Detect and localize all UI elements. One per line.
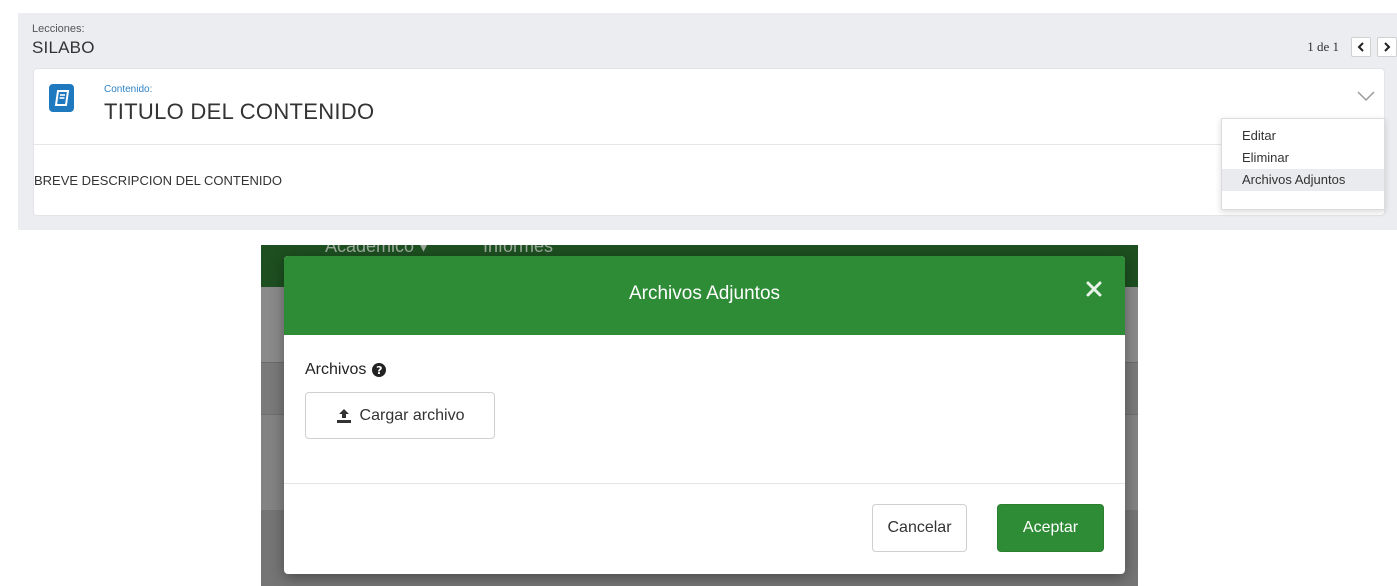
- content-description: BREVE DESCRIPCION DEL CONTENIDO: [34, 173, 283, 188]
- accept-button[interactable]: Aceptar: [997, 504, 1104, 552]
- help-icon[interactable]: ?: [372, 363, 387, 377]
- divider: [34, 144, 1384, 145]
- actions-dropdown: Editar Eliminar Archivos Adjuntos: [1221, 118, 1385, 210]
- content-label: Contenido:: [104, 84, 153, 95]
- chevron-right-icon: [1384, 42, 1391, 52]
- cancel-button[interactable]: Cancelar: [872, 504, 967, 552]
- next-page-button[interactable]: [1377, 37, 1397, 57]
- pager-text: 1 de 1: [1307, 39, 1339, 54]
- pager: 1 de 1: [1307, 37, 1397, 57]
- menu-item-eliminar[interactable]: Eliminar: [1222, 147, 1384, 169]
- close-icon[interactable]: [1085, 280, 1103, 298]
- modal-header: Archivos Adjuntos: [284, 256, 1125, 335]
- prev-page-button[interactable]: [1351, 37, 1371, 57]
- upload-label: Cargar archivo: [359, 406, 465, 424]
- chevron-left-icon: [1357, 42, 1364, 52]
- content-title: TITULO DEL CONTENIDO: [104, 99, 375, 124]
- upload-file-button[interactable]: Cargar archivo: [305, 392, 495, 439]
- content-card: Contenido: TITULO DEL CONTENIDO BREVE DE…: [33, 68, 1385, 216]
- chevron-down-icon[interactable]: [1356, 89, 1376, 107]
- lessons-panel: Lecciones: SILABO 1 de 1 Contenido: TITU…: [18, 13, 1397, 230]
- modal-divider: [284, 483, 1125, 484]
- menu-item-archivos-adjuntos[interactable]: Archivos Adjuntos: [1222, 169, 1384, 191]
- book-icon: [49, 84, 74, 112]
- files-field-label: Archivos ?: [305, 361, 387, 379]
- menu-item-editar[interactable]: Editar: [1222, 125, 1384, 147]
- lessons-label: Lecciones:: [32, 23, 85, 35]
- attachments-modal: Archivos Adjuntos Archivos ? Cargar arch…: [284, 256, 1125, 574]
- files-label-text: Archivos: [305, 361, 367, 378]
- lessons-title: SILABO: [32, 38, 95, 57]
- upload-icon: [336, 408, 351, 423]
- modal-title: Archivos Adjuntos: [628, 283, 781, 304]
